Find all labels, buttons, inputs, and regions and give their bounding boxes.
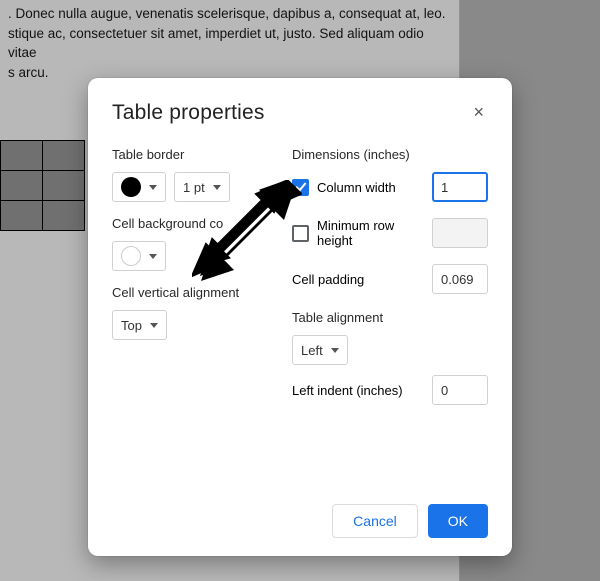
chevron-down-icon [149,254,157,259]
row-height-input[interactable] [432,218,488,248]
document-table [0,140,85,231]
cancel-button[interactable]: Cancel [332,504,418,538]
column-width-row: Column width [292,172,488,202]
cell-bg-label: Cell background co [112,216,280,231]
chevron-down-icon [331,348,339,353]
circle-icon [121,246,141,266]
cell-bg-dropdown[interactable] [112,241,166,271]
dimensions-label: Dimensions (inches) [292,147,488,162]
cell-valign-value: Top [121,318,142,333]
ok-button[interactable]: OK [428,504,488,538]
table-properties-dialog: Table properties × Table border 1 pt Cel… [88,78,512,556]
chevron-down-icon [149,185,157,190]
row-height-label: Minimum row height [317,218,432,248]
cell-valign-label: Cell vertical alignment [112,285,280,300]
chevron-down-icon [213,185,221,190]
doc-text-line: . Donec nulla augue, venenatis scelerisq… [8,4,451,24]
cell-valign-dropdown[interactable]: Top [112,310,167,340]
dialog-title: Table properties [112,101,265,125]
border-width-dropdown[interactable]: 1 pt [174,172,230,202]
left-indent-label: Left indent (inches) [292,383,403,398]
column-width-input[interactable] [432,172,488,202]
circle-icon [121,177,141,197]
column-width-label: Column width [317,180,396,195]
doc-text-line: stique ac, consectetuer sit amet, imperd… [8,24,451,63]
close-icon[interactable]: × [469,100,488,125]
right-column: Dimensions (inches) Column width Minimum… [292,147,488,421]
border-width-value: 1 pt [183,180,205,195]
chevron-down-icon [150,323,158,328]
left-column: Table border 1 pt Cell background co Ce [112,147,280,421]
column-width-checkbox[interactable] [292,179,309,196]
row-height-checkbox[interactable] [292,225,309,242]
border-color-dropdown[interactable] [112,172,166,202]
table-alignment-value: Left [301,343,323,358]
left-indent-row: Left indent (inches) [292,375,488,405]
left-indent-input[interactable] [432,375,488,405]
table-border-label: Table border [112,147,280,162]
table-alignment-dropdown[interactable]: Left [292,335,348,365]
row-height-row: Minimum row height [292,218,488,248]
cell-padding-row: Cell padding [292,264,488,294]
cell-padding-label: Cell padding [292,272,364,287]
cell-padding-input[interactable] [432,264,488,294]
table-alignment-label: Table alignment [292,310,488,325]
